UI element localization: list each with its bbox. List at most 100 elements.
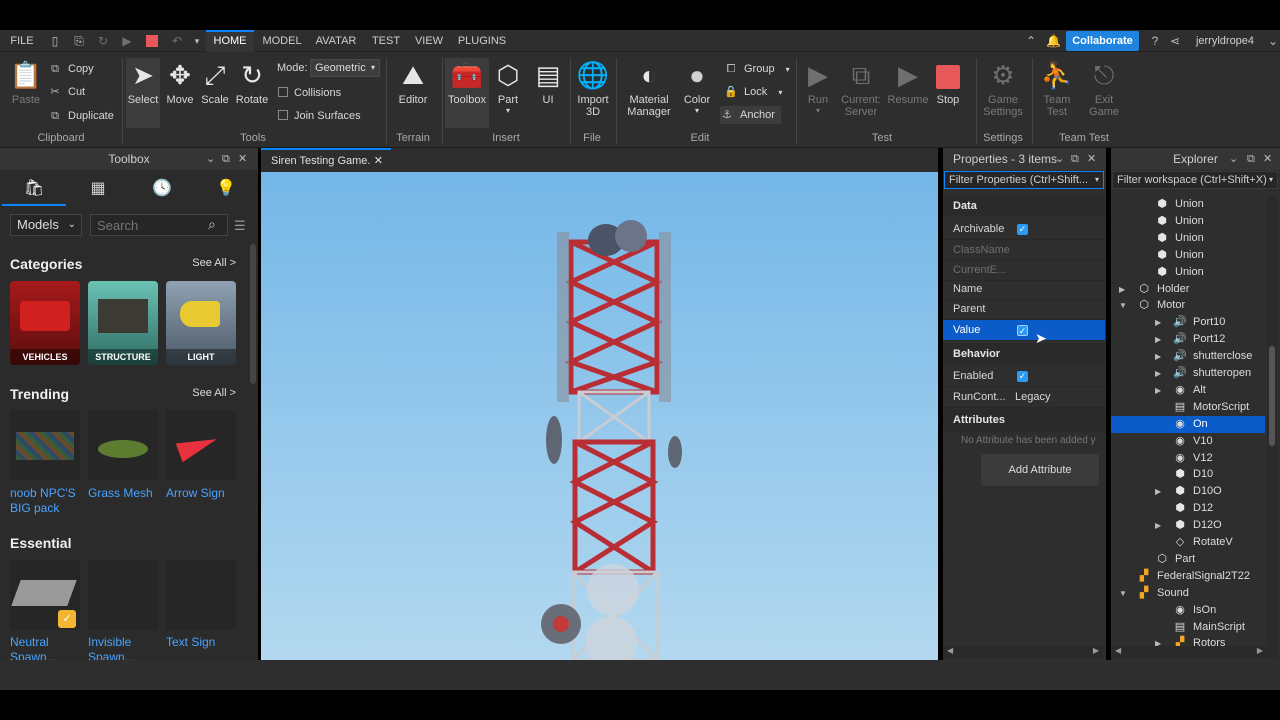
terrain-editor-button[interactable]: ⛰ Editor <box>393 60 433 106</box>
tree-item[interactable]: ⬢ Union <box>1111 196 1265 213</box>
category-card-vehicles[interactable]: VEHICLES <box>10 281 80 365</box>
stop-quick-icon[interactable] <box>146 35 158 47</box>
tree-item[interactable]: ⬢ Union <box>1111 213 1265 230</box>
explorer-hscrollbar[interactable]: ◀ ▶ <box>1111 646 1277 658</box>
collaborate-button[interactable]: Collaborate <box>1066 31 1139 51</box>
close-icon[interactable]: ✕ <box>238 148 247 170</box>
search-icon[interactable]: ⌕ <box>208 216 216 233</box>
expand-right-icon[interactable]: ▶ <box>1155 382 1161 399</box>
select-tool-button[interactable]: ➤ Select <box>126 58 160 128</box>
trending-item-label[interactable]: Arrow Sign <box>166 486 242 501</box>
scale-tool-button[interactable]: ⤢ Scale <box>198 60 232 106</box>
behavior-category[interactable]: Behavior <box>943 343 1105 365</box>
resume-button[interactable]: ▶ Resume <box>886 60 930 106</box>
tree-item[interactable]: ⬡ Part <box>1111 551 1265 568</box>
essential-item-label[interactable]: Text Sign <box>166 635 242 650</box>
properties-hscrollbar[interactable]: ◀ ▶ <box>943 646 1103 658</box>
tree-item[interactable]: ⬢ Union <box>1111 247 1265 264</box>
property-value[interactable]: Value ✓ ➤ <box>943 320 1105 346</box>
run-button[interactable]: ▶ Run ▾ <box>802 60 834 115</box>
rotate-tool-button[interactable]: ↻ Rotate <box>234 60 270 106</box>
undock-icon[interactable]: ⧉ <box>1071 148 1079 170</box>
tree-item[interactable]: ◉ V12 <box>1111 450 1265 467</box>
tab-home[interactable]: HOME <box>206 30 254 52</box>
tree-item[interactable]: ▶ ⬢ D10O <box>1111 483 1265 500</box>
checked-checkbox[interactable]: ✓ <box>1017 371 1028 382</box>
category-dropdown[interactable]: Models ⌄ <box>10 214 82 236</box>
checked-checkbox[interactable]: ✓ <box>1017 325 1028 336</box>
tree-item[interactable]: ▞ FederalSignal2T22 <box>1111 568 1265 585</box>
file-menu[interactable]: FILE <box>6 30 38 52</box>
close-icon[interactable]: ✕ <box>1087 148 1096 170</box>
collisions-checkbox[interactable] <box>278 87 288 97</box>
undock-icon[interactable]: ⧉ <box>222 148 230 170</box>
attributes-category[interactable]: Attributes <box>943 409 1105 431</box>
property-run-context[interactable]: RunCont... Legacy <box>943 387 1105 408</box>
expand-down-icon[interactable]: ▼ <box>1119 585 1127 602</box>
game-settings-button[interactable]: ⚙ Game Settings <box>982 60 1024 118</box>
expand-right-icon[interactable]: ▶ <box>1155 348 1161 365</box>
explorer-filter-input[interactable]: Filter workspace (Ctrl+Shift+X) ▾ <box>1112 171 1278 189</box>
expand-right-icon[interactable]: ▶ <box>1155 483 1161 500</box>
checked-checkbox[interactable]: ✓ <box>1017 224 1028 235</box>
tree-item[interactable]: ▶ 🔊 shutterclose <box>1111 348 1265 365</box>
anchor-button[interactable]: ⚓ Anchor <box>720 106 781 124</box>
close-icon[interactable]: ✕ <box>1263 148 1272 170</box>
cut-button[interactable]: ✂ Cut <box>48 83 85 101</box>
expand-right-icon[interactable]: ▶ <box>1119 281 1125 298</box>
viewport-tab[interactable]: Siren Testing Game. ✕ <box>261 148 391 170</box>
scroll-left-icon[interactable]: ◀ <box>947 646 953 655</box>
filter-sliders-icon[interactable]: ☰ <box>234 218 246 234</box>
expand-right-icon[interactable]: ▶ <box>1155 517 1161 534</box>
username[interactable]: jerryldrope4 <box>1190 30 1260 52</box>
join-surfaces-toggle[interactable]: Join Surfaces <box>278 107 361 125</box>
quick-access-dropdown-icon[interactable]: ▾ <box>190 34 204 48</box>
tree-item[interactable]: ▼ ▞ Sound <box>1111 585 1265 602</box>
tree-item[interactable]: ◉ IsOn <box>1111 602 1265 619</box>
tab-marketplace[interactable]: 🛍 <box>2 172 66 206</box>
import-3d-button[interactable]: 🌐 Import 3D <box>574 60 612 118</box>
move-tool-button[interactable]: ✥ Move <box>163 60 197 106</box>
help-icon[interactable]: ? <box>1148 34 1162 48</box>
data-category[interactable]: Data <box>943 195 1105 217</box>
collapse-ribbon-icon[interactable]: ⌃ <box>1024 34 1038 48</box>
copy-button[interactable]: ⧉ Copy <box>48 60 94 78</box>
expand-right-icon[interactable]: ▶ <box>1155 331 1161 348</box>
essential-thumb-invisible[interactable] <box>88 560 158 630</box>
see-all-trending-link[interactable]: See All > <box>192 387 236 399</box>
add-attribute-button[interactable]: Add Attribute <box>981 454 1099 486</box>
tree-item[interactable]: ▶ ⬢ D12O <box>1111 517 1265 534</box>
close-icon[interactable]: ✕ <box>374 150 383 172</box>
expand-right-icon[interactable]: ▶ <box>1155 365 1161 382</box>
tab-test[interactable]: TEST <box>368 30 404 52</box>
join-surfaces-checkbox[interactable] <box>278 110 288 120</box>
tree-item[interactable]: ⬢ D12 <box>1111 500 1265 517</box>
tree-item[interactable]: ◉ V10 <box>1111 433 1265 450</box>
property-current-environment[interactable]: CurrentE... <box>943 260 1105 281</box>
essential-thumb-text-sign[interactable] <box>166 560 236 630</box>
trending-item-label[interactable]: Grass Mesh <box>88 486 164 501</box>
toolbox-scrollbar[interactable] <box>250 244 256 384</box>
part-button[interactable]: ⬡ Part ▾ <box>492 60 524 115</box>
tree-item[interactable]: ◉ On <box>1111 415 1265 433</box>
tree-item[interactable]: ⬢ Union <box>1111 264 1265 281</box>
tree-item[interactable]: ▶ ◉ Alt <box>1111 382 1265 399</box>
scroll-left-icon[interactable]: ◀ <box>1115 646 1121 655</box>
tab-creations[interactable]: 💡 <box>194 172 258 206</box>
lock-button[interactable]: 🔒 Lock ▾ <box>724 83 782 101</box>
property-name-row[interactable]: Name <box>943 279 1105 300</box>
trending-thumb-npc[interactable] <box>10 410 80 480</box>
user-dropdown-icon[interactable]: ⌄ <box>1266 34 1280 48</box>
material-manager-button[interactable]: ◐ Material Manager <box>624 60 674 118</box>
undock-icon[interactable]: ⧉ <box>1247 148 1255 170</box>
team-test-button[interactable]: ⛹ Team Test <box>1038 60 1076 118</box>
tab-view[interactable]: VIEW <box>412 30 446 52</box>
tree-item[interactable]: ▶ ⬡ Holder <box>1111 281 1265 298</box>
tree-item[interactable]: ▶ 🔊 Port12 <box>1111 331 1265 348</box>
see-all-categories-link[interactable]: See All > <box>192 257 236 269</box>
property-enabled[interactable]: Enabled ✓ <box>943 366 1105 387</box>
property-classname[interactable]: ClassName <box>943 240 1105 261</box>
tree-item[interactable]: ▤ MainScript <box>1111 619 1265 636</box>
tab-plugins[interactable]: PLUGINS <box>456 30 508 52</box>
mode-select[interactable]: Geometric ▾ <box>310 59 380 77</box>
